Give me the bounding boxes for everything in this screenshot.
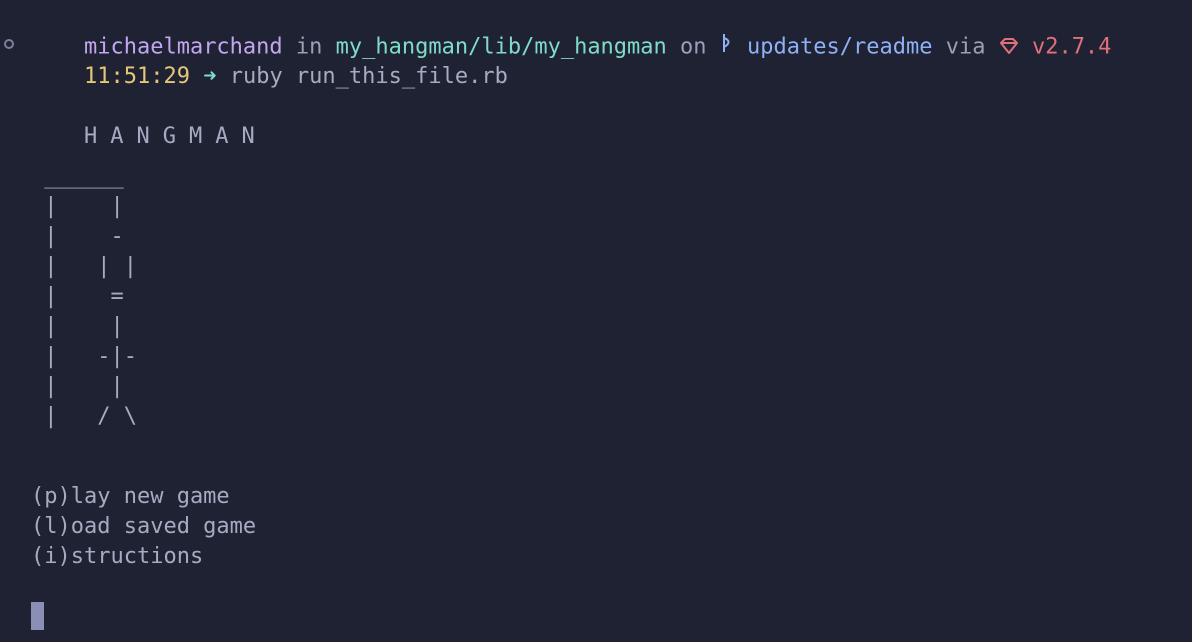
prompt-ruby-version: v2.7.4 (1031, 34, 1112, 60)
hangman-drawing: ______ | | | - | | | | = | | | -|- | | |… (44, 164, 137, 429)
menu-item-play: (p)lay new game (31, 484, 230, 509)
status-indicator-icon (4, 39, 14, 49)
ruby-gem-icon (999, 33, 1019, 63)
prompt-on-word: on (666, 34, 720, 60)
command-line: 11:51:29 ➜ ruby run_this_file.rb (31, 32, 508, 89)
git-branch-icon (720, 32, 734, 63)
game-title-line: HANGMAN (31, 92, 268, 149)
prompt-time: 11:51:29 (83, 64, 190, 89)
command-text: ruby run_this_file.rb (229, 64, 508, 89)
input-cursor[interactable] (31, 602, 44, 630)
prompt-line: michaelmarchand in my_hangman/lib/my_han… (31, 2, 1111, 60)
prompt-branch: updates/readme (747, 34, 933, 60)
menu-item-load: (l)oad saved game (31, 514, 257, 539)
game-title: HANGMAN (83, 124, 268, 149)
prompt-via-word: via (932, 34, 999, 60)
arrow-right-icon: ➜ (203, 64, 217, 89)
terminal-window[interactable]: michaelmarchand in my_hangman/lib/my_han… (0, 0, 1192, 642)
menu-item-instructions: (i)structions (31, 544, 204, 569)
